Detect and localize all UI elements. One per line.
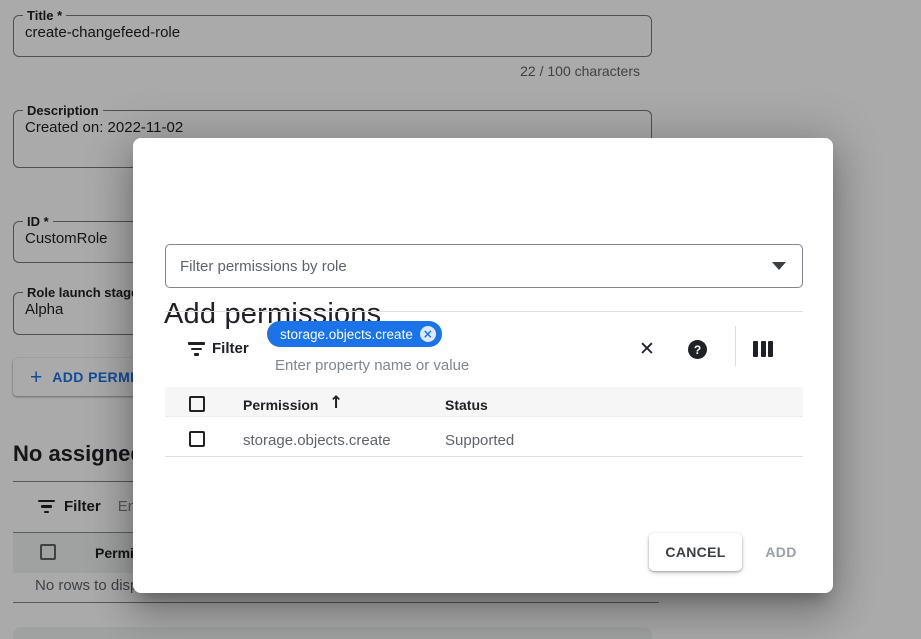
- select-all-checkbox[interactable]: [189, 396, 205, 412]
- page: Title * create-changefeed-role 22 / 100 …: [0, 0, 921, 639]
- toolbar-top-border: [165, 311, 803, 312]
- row-divider: [165, 456, 803, 457]
- chevron-down-icon: [772, 262, 786, 270]
- toolbar-divider: [735, 326, 736, 366]
- row-checkbox[interactable]: [189, 431, 205, 447]
- filter-chip[interactable]: storage.objects.create ×: [267, 321, 442, 347]
- table-row-status: Supported: [445, 432, 514, 449]
- chip-remove-icon[interactable]: ×: [420, 326, 436, 342]
- help-icon[interactable]: ?: [688, 340, 707, 359]
- add-permissions-dialog: Add permissions Filter permissions by ro…: [133, 138, 833, 593]
- filter-chip-label: storage.objects.create: [280, 327, 413, 342]
- add-button[interactable]: ADD: [753, 533, 809, 571]
- role-dropdown-placeholder: Filter permissions by role: [180, 258, 772, 275]
- filter-icon: [187, 342, 205, 356]
- cancel-button[interactable]: CANCEL: [649, 533, 742, 571]
- filter-input[interactable]: Enter property name or value: [275, 357, 469, 374]
- permission-column-header[interactable]: Permission: [243, 397, 318, 413]
- table-row-permission: storage.objects.create: [243, 432, 391, 449]
- clear-filters-icon[interactable]: ✕: [633, 335, 661, 363]
- status-column-header[interactable]: Status: [445, 397, 488, 413]
- column-display-icon[interactable]: [753, 341, 773, 357]
- sort-ascending-icon[interactable]: ↑: [329, 393, 343, 413]
- filter-permissions-by-role-dropdown[interactable]: Filter permissions by role: [165, 244, 803, 288]
- filter-label: Filter: [212, 340, 249, 357]
